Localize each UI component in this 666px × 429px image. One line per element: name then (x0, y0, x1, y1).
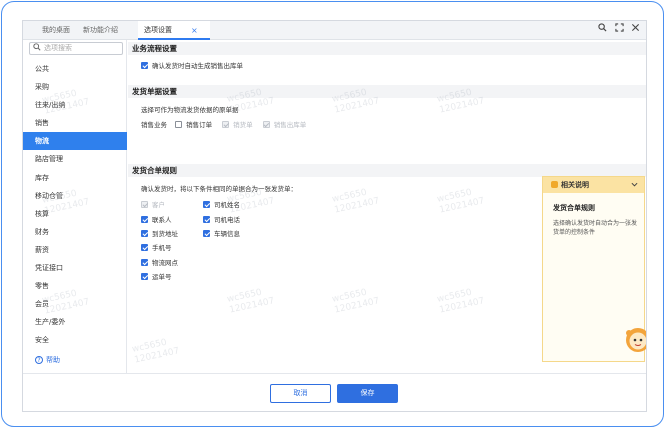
assistant-mascot-icon[interactable] (623, 325, 646, 355)
search-placeholder: 选项搜索 (44, 44, 72, 52)
checkbox-label: 手机号 (152, 244, 172, 252)
sidebar-item-members[interactable]: 会员 (23, 295, 127, 313)
sales-outbound-checkbox: 销售出库单 (262, 121, 307, 129)
checkbox-label: 联系人 (152, 216, 172, 224)
sales-order-checkbox[interactable]: 销售订单 (175, 121, 214, 129)
sidebar-item-voucher-interface[interactable]: 凭证接口 (23, 259, 127, 277)
checkbox-icon (262, 121, 270, 128)
sidebar-item-production[interactable]: 生产/委外 (23, 313, 127, 331)
related-notes-header-label: 相关说明 (561, 181, 589, 189)
sidebar-item-accounting[interactable]: 核算 (23, 205, 127, 223)
checkbox-label: 客户 (152, 201, 165, 209)
section-title-workflow: 业务流程设置 (128, 42, 646, 55)
checkbox-icon (141, 230, 148, 237)
search-icon (33, 43, 41, 55)
tab-my-desktop[interactable]: 我的桌面 (42, 21, 70, 40)
expand-icon[interactable] (612, 23, 626, 37)
merge-contact-checkbox[interactable]: 联系人 (141, 216, 172, 225)
auto-generate-checkbox[interactable]: 确认发货时自动生成销售出库单 (141, 62, 243, 71)
sidebar-item-payroll[interactable]: 薪资 (23, 241, 127, 259)
screenshot-frame: 我的桌面 新功能介绍 选项设置 × 选项搜索 公共 采购 往来/出纳 销售 物流… (1, 1, 664, 427)
checkbox-icon (203, 216, 210, 223)
sales-business-row: 销售业务 销售订单 销货单 销售出库单 (141, 121, 306, 130)
merge-vehicle-info-checkbox[interactable]: 车辆信息 (203, 230, 240, 239)
sidebar-item-security[interactable]: 安全 (23, 331, 127, 349)
sidebar-nav: 公共 采购 往来/出纳 销售 物流 路店管理 库存 移动仓管 核算 财务 薪资 … (23, 60, 127, 350)
watermark: wc5650 12021407 (436, 187, 486, 216)
checkbox-label: 车辆信息 (214, 230, 240, 238)
close-icon[interactable] (628, 23, 642, 37)
section-title-source-docs: 发货单据设置 (128, 85, 646, 98)
checkbox-icon (222, 121, 230, 128)
related-notes-header[interactable]: 相关说明 (543, 177, 644, 193)
sidebar-item-mobile-warehouse[interactable]: 移动仓管 (23, 187, 127, 205)
sales-business-label: 销售业务 (141, 121, 167, 129)
help-icon: ? (35, 356, 43, 364)
main-content: 业务流程设置 确认发货时自动生成销售出库单 发货单据设置 选择可作为物流发货依据… (128, 40, 646, 373)
checkbox-label: 到货地址 (152, 230, 178, 238)
watermark: wc5650 12021407 (331, 287, 381, 316)
merge-logistics-point-checkbox[interactable]: 物流网点 (141, 259, 178, 268)
search-icon[interactable] (595, 23, 609, 37)
sales-delivery-checkbox: 销货单 (222, 121, 255, 129)
sidebar-item-purchase[interactable]: 采购 (23, 78, 127, 96)
watermark: wc5650 12021407 (131, 337, 181, 366)
chevron-down-icon[interactable] (631, 177, 638, 193)
checkbox-label: 物流网点 (152, 259, 178, 267)
sidebar-item-logistics[interactable]: 物流 (23, 132, 127, 151)
merge-address-checkbox[interactable]: 到货地址 (141, 230, 178, 239)
tab-label: 选项设置 (144, 26, 172, 34)
tab-options-settings[interactable]: 选项设置 × (138, 21, 210, 40)
checkbox-label: 司机姓名 (214, 201, 240, 209)
checkbox-label: 运单号 (152, 273, 172, 281)
checkbox-label: 销货单 (233, 121, 253, 129)
related-notes-description: 选择确认发货时自动合为一张发货单的控制条件 (553, 220, 638, 236)
tab-new-features[interactable]: 新功能介绍 (83, 21, 118, 40)
dialog-footer: 取消 保存 (23, 373, 646, 411)
checkbox-icon (141, 201, 148, 208)
merge-rules-description: 确认发货时，将以下条件相同的单据合为一张发货单： (141, 185, 297, 193)
tab-bar: 我的桌面 新功能介绍 选项设置 × (23, 21, 646, 40)
merge-phone-checkbox[interactable]: 手机号 (141, 244, 172, 253)
merge-driver-name-checkbox[interactable]: 司机姓名 (203, 201, 240, 210)
checkbox-label: 销售订单 (186, 121, 213, 129)
checkbox-label: 确认发货时自动生成销售出库单 (152, 62, 243, 70)
checkbox-label: 司机电话 (214, 216, 240, 224)
checkbox-icon (141, 216, 148, 223)
watermark: wc5650 12021407 (436, 287, 486, 316)
checkbox-icon (175, 121, 183, 128)
source-docs-description: 选择可作为物流发货依据的原单据 (141, 106, 239, 114)
watermark: wc5650 12021407 (331, 187, 381, 216)
merge-waybill-checkbox[interactable]: 运单号 (141, 273, 172, 282)
sidebar-item-accounts[interactable]: 往来/出纳 (23, 96, 127, 114)
sidebar: 选项搜索 公共 采购 往来/出纳 销售 物流 路店管理 库存 移动仓管 核算 财… (23, 40, 127, 373)
checkbox-icon (203, 230, 210, 237)
options-search-input[interactable]: 选项搜索 (29, 42, 123, 55)
checkbox-icon (141, 259, 148, 266)
sidebar-item-public[interactable]: 公共 (23, 60, 127, 78)
sidebar-item-finance[interactable]: 财务 (23, 223, 127, 241)
checkbox-icon (203, 201, 210, 208)
sidebar-item-retail[interactable]: 零售 (23, 277, 127, 295)
sidebar-item-inventory[interactable]: 库存 (23, 169, 127, 187)
help-label: 帮助 (46, 356, 60, 364)
settings-window: 我的桌面 新功能介绍 选项设置 × 选项搜索 公共 采购 往来/出纳 销售 物流… (22, 20, 647, 412)
merge-customer-checkbox: 客户 (141, 201, 165, 210)
checkbox-label: 销售出库单 (273, 121, 307, 129)
sidebar-item-store-management[interactable]: 路店管理 (23, 150, 127, 168)
checkbox-icon (141, 62, 148, 69)
close-tab-icon[interactable]: × (191, 21, 198, 40)
save-button[interactable]: 保存 (337, 384, 398, 403)
watermark: wc5650 12021407 (226, 287, 276, 316)
sidebar-item-sales[interactable]: 销售 (23, 114, 127, 132)
related-notes-title: 发货合单规则 (553, 204, 595, 212)
checkbox-icon (141, 244, 148, 251)
merge-driver-phone-checkbox[interactable]: 司机电话 (203, 216, 240, 225)
lightbulb-icon (551, 181, 558, 188)
cancel-button[interactable]: 取消 (270, 384, 331, 403)
checkbox-icon (141, 273, 148, 280)
help-link[interactable]: ? 帮助 (35, 355, 60, 365)
